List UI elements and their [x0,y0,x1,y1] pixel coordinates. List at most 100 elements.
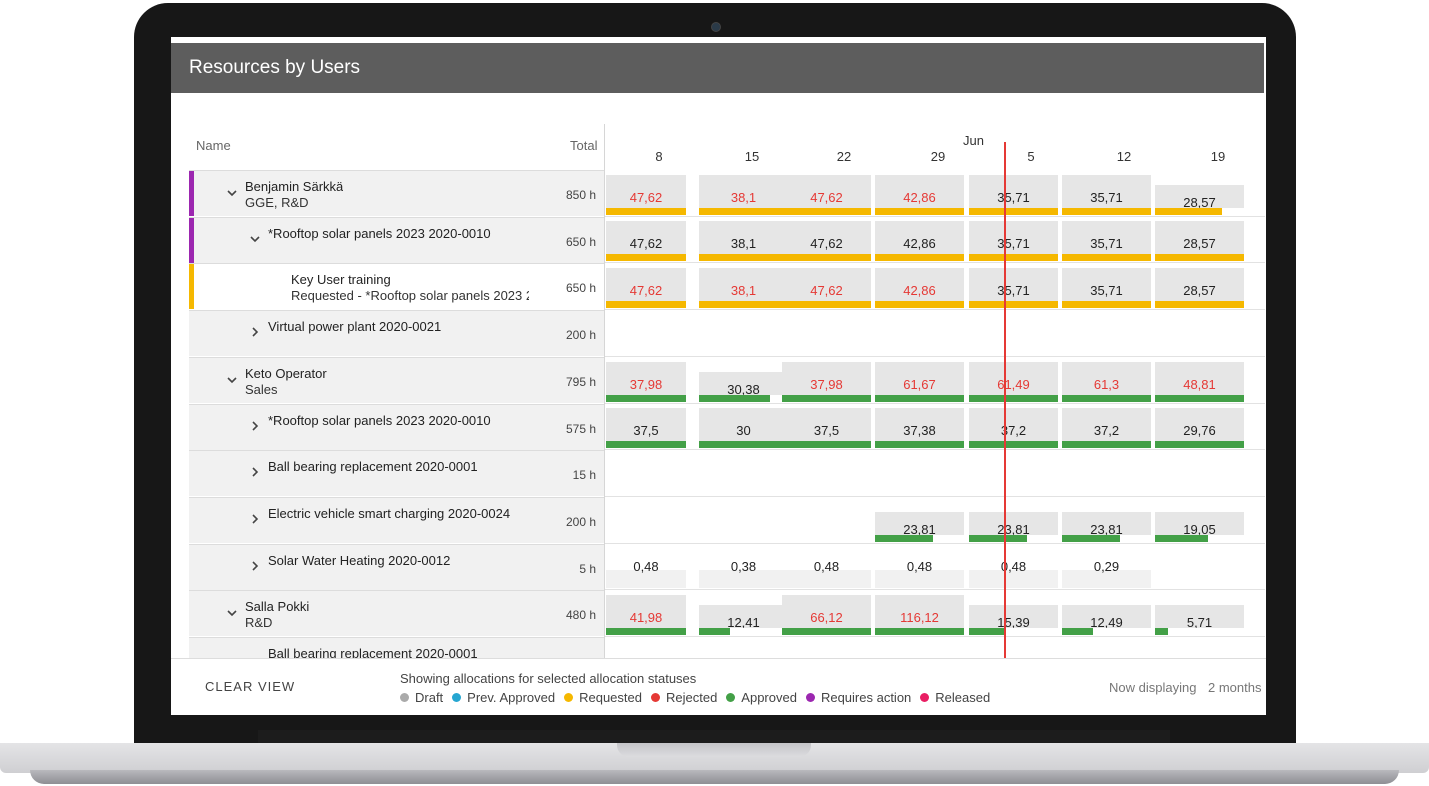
allocation-cell[interactable]: 12,49 [1062,605,1151,635]
allocation-cell[interactable]: 35,71 [969,174,1058,215]
allocation-cell[interactable]: 35,71 [969,221,1058,262]
allocation-fill [699,207,788,215]
allocation-cell[interactable]: 5,71 [1155,605,1244,635]
legend-item[interactable]: Released [920,690,990,705]
allocation-cell[interactable]: 0,48 [875,559,964,589]
legend-item[interactable]: Requested [564,690,642,705]
week-header: 5 [1027,149,1035,164]
allocation-cell[interactable]: 37,2 [969,408,1058,449]
chevron-down-icon[interactable] [225,373,239,389]
legend-item[interactable]: Rejected [650,690,717,705]
allocation-cell[interactable]: 0,48 [606,559,686,589]
allocation-cell[interactable]: 47,62 [782,221,871,262]
allocation-cell[interactable]: 37,5 [606,408,686,449]
table-row[interactable]: Benjamin Särkkä GGE, R&D 850 h [189,170,604,216]
allocation-value: 0,48 [906,559,933,575]
allocation-cell[interactable]: 47,62 [782,268,871,309]
allocation-fill [1155,394,1244,402]
allocation-fill [606,207,686,215]
allocation-cell[interactable]: 28,57 [1155,221,1244,262]
allocation-cell[interactable]: 37,98 [782,361,871,402]
allocation-cell[interactable]: 47,62 [606,268,686,309]
allocation-cell[interactable]: 47,62 [606,221,686,262]
chevron-right-icon[interactable] [248,465,262,481]
allocation-value: 47,62 [810,189,843,205]
table-row[interactable]: Keto Operator Sales 795 h [189,356,604,403]
column-header-name[interactable]: Name [196,138,231,153]
allocation-cell[interactable]: 61,3 [1062,361,1151,402]
allocation-fill [699,628,731,635]
allocation-cell[interactable]: 35,71 [1062,174,1151,215]
allocation-cell[interactable]: 0,38 [699,559,788,589]
row-title: Electric vehicle smart charging 2020-002… [268,505,511,521]
allocation-cell[interactable]: 42,86 [875,268,964,309]
allocation-cell[interactable]: 42,86 [875,221,964,262]
allocation-value: 28,57 [1183,236,1216,252]
allocation-cell[interactable]: 38,1 [699,268,788,309]
chevron-right-icon[interactable] [248,512,262,528]
chevron-down-icon[interactable] [225,186,239,202]
allocation-cell[interactable]: 23,81 [969,511,1058,542]
chevron-right-icon[interactable] [248,559,262,575]
allocation-cell[interactable]: 42,86 [875,174,964,215]
allocation-cell[interactable]: 19,05 [1155,511,1244,542]
allocation-cell[interactable]: 38,1 [699,221,788,262]
table-row[interactable]: *Rooftop solar panels 2023 2020-0010 575 … [189,403,604,450]
allocation-cell[interactable]: 0,48 [782,559,871,589]
chevron-right-icon[interactable] [248,419,262,435]
legend-label: Requested [579,690,642,705]
allocation-cell[interactable]: 23,81 [1062,511,1151,542]
allocation-value: 37,2 [1000,423,1027,439]
allocation-cell[interactable]: 0,29 [1062,559,1151,589]
allocation-cell[interactable]: 48,81 [1155,361,1244,402]
allocation-cell[interactable]: 47,62 [782,174,871,215]
legend-item[interactable]: Approved [726,690,797,705]
column-header-total[interactable]: Total [570,138,597,153]
allocation-cell[interactable]: 28,57 [1155,184,1244,215]
allocation-cell[interactable]: 35,71 [1062,221,1151,262]
allocation-cell[interactable]: 37,2 [1062,408,1151,449]
status-dot-icon [452,693,462,702]
table-row[interactable]: Solar Water Heating 2020-0012 5 h [189,543,604,590]
allocation-cell[interactable]: 37,38 [875,408,964,449]
table-row[interactable]: Ball bearing replacement 2020-0001 15 h [189,450,604,497]
allocation-cell[interactable]: 37,98 [606,361,686,402]
legend-item[interactable]: Requires action [805,690,911,705]
allocation-fill [875,301,964,309]
allocation-cell[interactable]: 15,39 [969,605,1058,635]
allocation-cell[interactable]: 12,41 [699,605,788,635]
allocation-cell[interactable]: 0,48 [969,559,1058,589]
legend-item[interactable]: Prev. Approved [452,690,555,705]
allocation-value: 35,71 [1090,189,1123,205]
allocation-cell[interactable]: 35,71 [969,268,1058,309]
chevron-right-icon[interactable] [248,325,262,341]
chevron-down-icon[interactable] [225,606,239,622]
range-selector[interactable]: 2 months [1208,680,1261,695]
allocation-cell[interactable]: 61,49 [969,361,1058,402]
week-header: 22 [836,149,852,164]
allocation-cell[interactable]: 66,12 [782,595,871,635]
legend-item[interactable]: Draft [400,690,443,705]
table-row[interactable]: Key User training Requested - *Rooftop so… [189,263,604,310]
allocation-cell[interactable]: 37,5 [782,408,871,449]
allocation-cell[interactable]: 61,67 [875,361,964,402]
allocation-cell[interactable]: 47,62 [606,174,686,215]
allocation-cell[interactable]: 28,57 [1155,268,1244,309]
table-row[interactable]: Electric vehicle smart charging 2020-002… [189,496,604,543]
allocation-cell[interactable]: 29,76 [1155,408,1244,449]
table-row[interactable]: Virtual power plant 2020-0021 200 h [189,310,604,357]
allocation-cell[interactable]: 23,81 [875,511,964,542]
status-accent-bar [189,217,194,263]
table-row[interactable]: Salla Pokki R&D 480 h [189,590,604,637]
allocation-cell[interactable]: 30,38 [699,371,788,402]
allocation-cell[interactable]: 41,98 [606,595,686,635]
allocation-fill [1062,254,1151,262]
chevron-down-icon[interactable] [248,232,262,248]
status-dot-icon [920,693,930,702]
clear-view-button[interactable]: CLEAR VIEW [205,679,295,694]
allocation-cell[interactable]: 116,12 [875,595,964,635]
allocation-cell[interactable]: 38,1 [699,174,788,215]
allocation-cell[interactable]: 30 [699,408,788,449]
allocation-cell[interactable]: 35,71 [1062,268,1151,309]
table-row[interactable]: *Rooftop solar panels 2023 2020-0010 650 … [189,216,604,263]
